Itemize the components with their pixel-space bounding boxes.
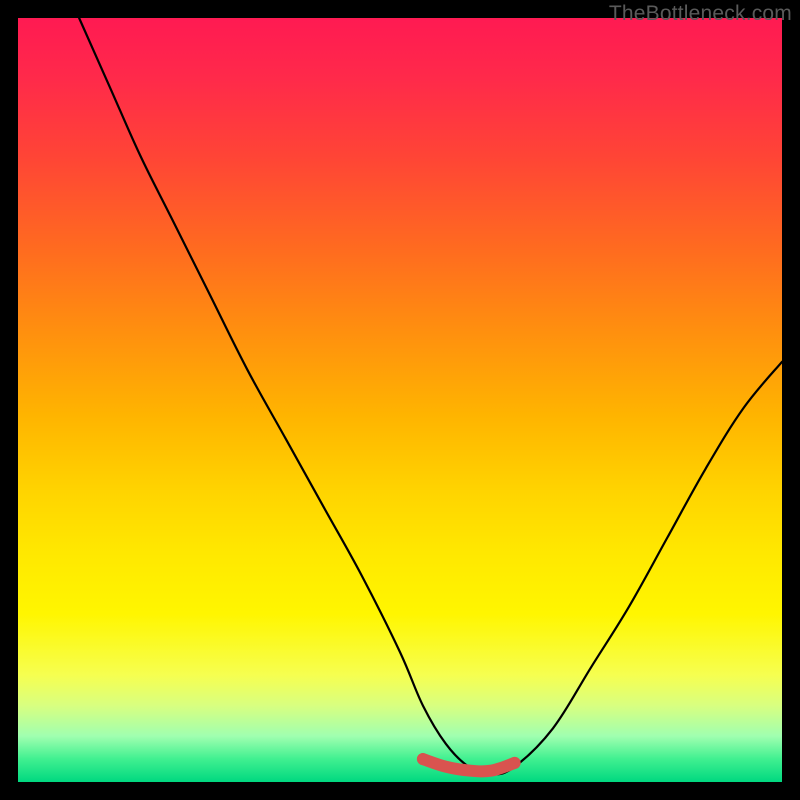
bottleneck-curve — [79, 18, 782, 774]
chart-container: TheBottleneck.com — [0, 0, 800, 800]
bottleneck-sweet-spot — [423, 759, 515, 771]
sweet-spot-end-dot — [509, 757, 521, 769]
chart-svg — [18, 18, 782, 782]
watermark-text: TheBottleneck.com — [609, 2, 792, 26]
plot-area — [18, 18, 782, 782]
sweet-spot-start-dot — [417, 753, 429, 765]
